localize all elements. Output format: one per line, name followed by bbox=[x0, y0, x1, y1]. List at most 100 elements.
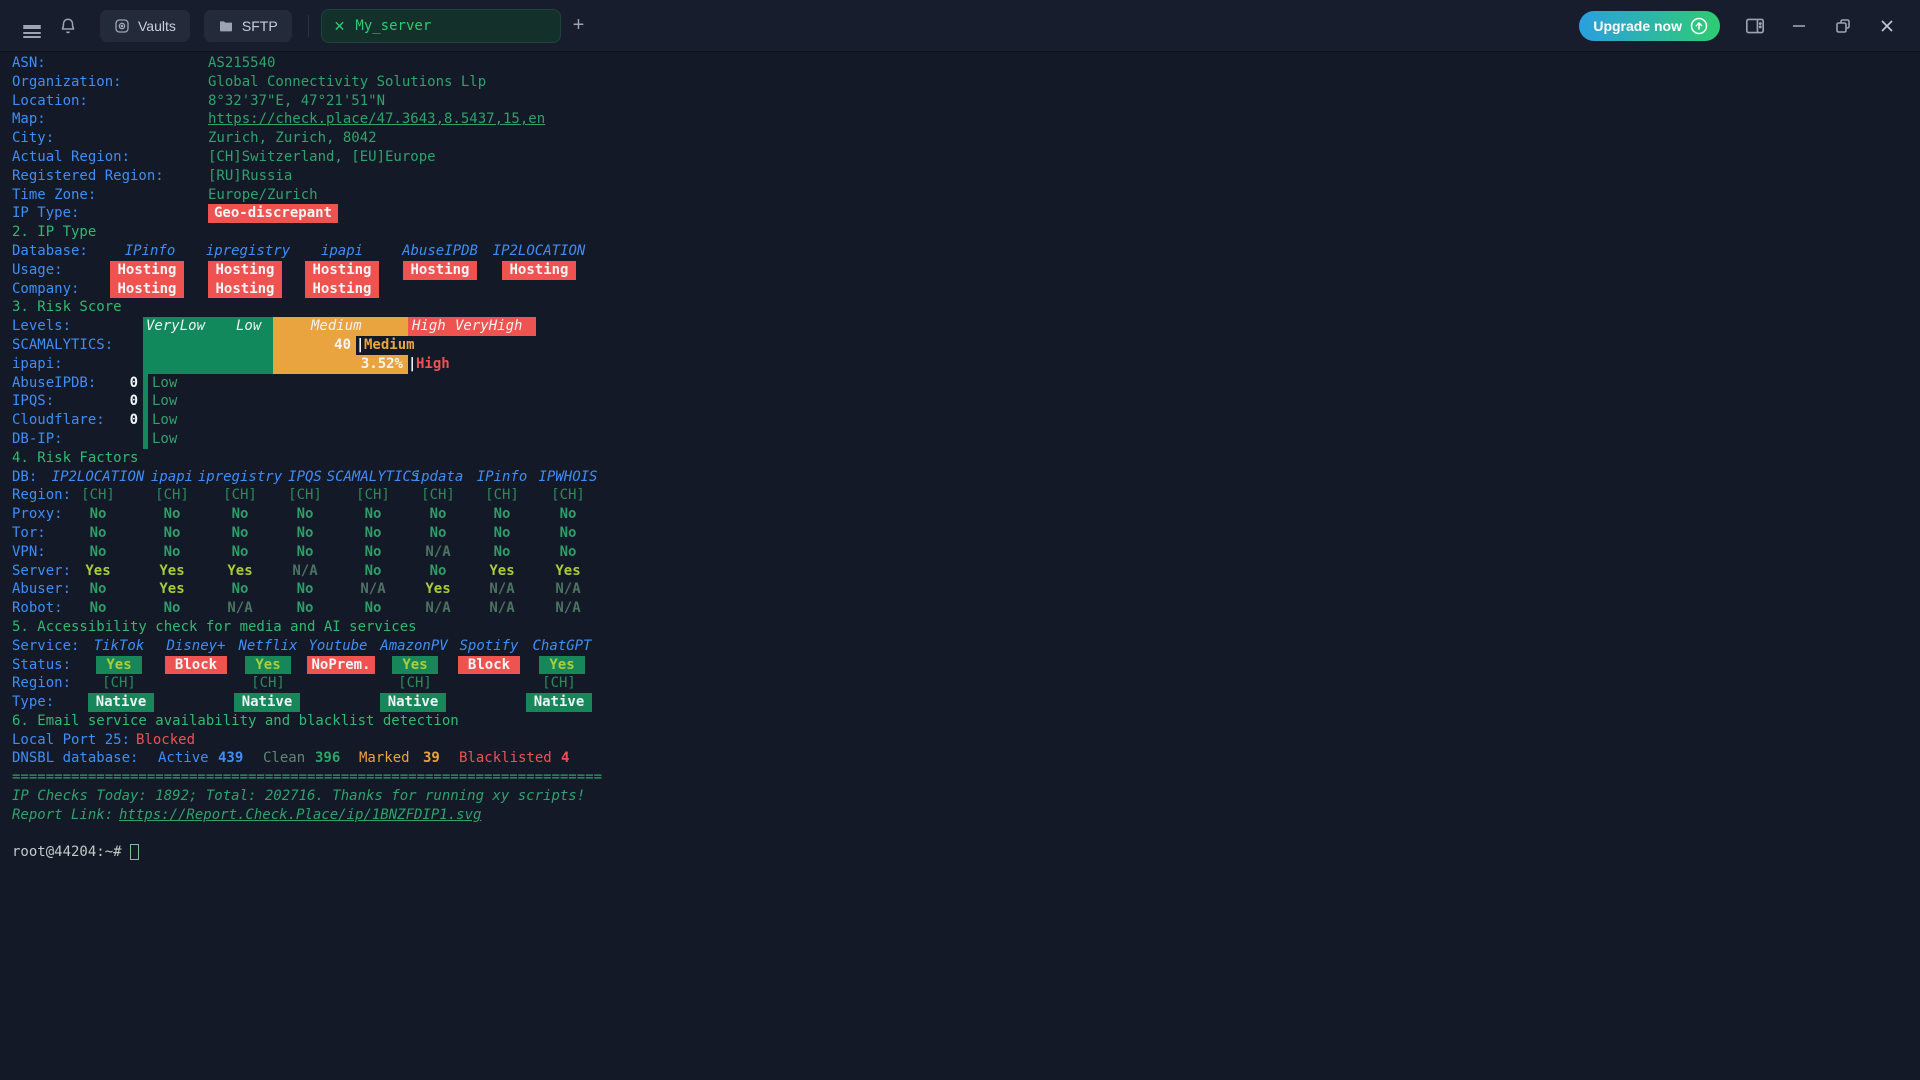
panel-layout-icon bbox=[1745, 17, 1765, 35]
score-bar bbox=[143, 336, 273, 355]
text-segment: No bbox=[66, 580, 130, 599]
vpn-row: VPN:NoNoNoNoNoN/ANoNo bbox=[0, 543, 1920, 562]
text-segment: ========================================… bbox=[12, 768, 602, 787]
abuser-row: Abuser:NoYesNoNoN/AYesN/AN/A bbox=[0, 580, 1920, 599]
city-row: City:Zurich, Zurich, 8042 bbox=[0, 129, 1920, 148]
shell-prompt: root@44204:~# bbox=[12, 843, 122, 862]
text-segment: Yes bbox=[66, 562, 130, 581]
text-segment: 2. IP Type bbox=[12, 223, 96, 242]
text-segment: No bbox=[536, 543, 600, 562]
text-segment: Low bbox=[152, 374, 177, 393]
tab-close-icon[interactable]: ✕ bbox=[334, 19, 346, 33]
text-segment: N/A bbox=[536, 599, 600, 618]
cloudflare-score-row: Cloudflare:0Low bbox=[0, 411, 1920, 430]
text-segment: Medium bbox=[364, 336, 415, 355]
text-segment: 3. Risk Score bbox=[12, 298, 122, 317]
stats-row: IP Checks Today: 1892; Total: 202716. Th… bbox=[0, 787, 1920, 806]
text-segment: IPinfo bbox=[95, 242, 205, 261]
text-segment: Low bbox=[152, 430, 177, 449]
text-segment: No bbox=[66, 599, 130, 618]
text-segment: No bbox=[536, 505, 600, 524]
sftp-button[interactable]: SFTP bbox=[204, 10, 292, 42]
text-segment: N/A bbox=[406, 599, 470, 618]
text-segment: Region: bbox=[12, 674, 71, 693]
text-segment: SCAMALYTICS: bbox=[12, 336, 113, 355]
map-link[interactable]: https://check.place/47.3643,8.5437,15,en bbox=[208, 110, 545, 129]
text-segment: No bbox=[273, 543, 337, 562]
menu-button[interactable] bbox=[14, 8, 50, 44]
usage-row: Usage:HostingHostingHostingHostingHostin… bbox=[0, 261, 1920, 280]
vaults-button[interactable]: Vaults bbox=[100, 10, 190, 42]
text-segment: Yes bbox=[470, 562, 534, 581]
text-segment: Zurich, Zurich, 8042 bbox=[208, 129, 377, 148]
text-segment: No bbox=[140, 524, 204, 543]
text-segment: High bbox=[412, 317, 446, 336]
map-row: Map: https://check.place/47.3643,8.5437,1… bbox=[0, 110, 1920, 129]
new-tab-button[interactable]: + bbox=[573, 14, 585, 37]
text-segment: Hosting bbox=[502, 261, 576, 280]
text-segment: Robot: bbox=[12, 599, 63, 618]
text-segment: N/A bbox=[470, 580, 534, 599]
upgrade-button[interactable]: Upgrade now bbox=[1579, 11, 1720, 41]
terminal-output[interactable]: ASN:AS215540Organization:Global Connecti… bbox=[0, 52, 1920, 1080]
text-segment: DB: bbox=[12, 468, 37, 487]
text-segment: N/A bbox=[406, 543, 470, 562]
text-segment: 4 bbox=[561, 749, 569, 768]
toggle-panel-button[interactable] bbox=[1738, 9, 1772, 43]
text-segment: Registered Region: bbox=[12, 167, 164, 186]
text-segment: Location: bbox=[12, 92, 88, 111]
text-segment: No bbox=[341, 562, 405, 581]
minimize-button[interactable] bbox=[1782, 9, 1816, 43]
text-segment: [CH] bbox=[527, 674, 591, 693]
notifications-button[interactable] bbox=[50, 8, 86, 44]
text-segment: Abuser: bbox=[12, 580, 71, 599]
text-segment: VeryLow bbox=[146, 317, 205, 336]
text-segment: ipapi bbox=[287, 242, 397, 261]
tab-my-server[interactable]: ✕ My_server bbox=[321, 9, 561, 43]
report-link[interactable]: https://Report.Check.Place/ip/1BNZFDIP1.… bbox=[119, 806, 481, 825]
text-segment: DB-IP: bbox=[12, 430, 63, 449]
text-segment: No bbox=[273, 580, 337, 599]
text-segment: No bbox=[406, 505, 470, 524]
text-segment: Native bbox=[88, 693, 154, 712]
levels-row: Levels:VeryLowLowMediumHighVeryHigh bbox=[0, 317, 1920, 336]
text-segment: Type: bbox=[12, 693, 54, 712]
text-segment: N/A bbox=[208, 599, 272, 618]
close-button[interactable] bbox=[1870, 9, 1904, 43]
text-segment: Low bbox=[152, 392, 177, 411]
text-segment: Map: bbox=[12, 110, 46, 129]
section-2-header: 2. IP Type bbox=[0, 223, 1920, 242]
text-segment: Yes bbox=[140, 562, 204, 581]
folder-icon bbox=[218, 18, 234, 34]
text-segment: Database: bbox=[12, 242, 88, 261]
text-segment: [CH] bbox=[236, 674, 300, 693]
text-segment: Yes bbox=[536, 562, 600, 581]
maximize-button[interactable] bbox=[1826, 9, 1860, 43]
text-segment: Low bbox=[236, 317, 261, 336]
text-segment: Actual Region: bbox=[12, 148, 130, 167]
text-segment: NoPrem. bbox=[307, 656, 375, 675]
sftp-button-label: SFTP bbox=[242, 18, 278, 34]
text-segment: Hosting bbox=[208, 280, 282, 299]
text-segment: No bbox=[140, 505, 204, 524]
text-segment: Marked bbox=[359, 749, 410, 768]
text-segment: ChatGPT bbox=[507, 637, 617, 656]
text-segment: IP2LOCATION bbox=[484, 242, 594, 261]
port25-row: Local Port 25:Blocked bbox=[0, 731, 1920, 750]
text-segment: Native bbox=[380, 693, 446, 712]
text-segment: N/A bbox=[536, 580, 600, 599]
text-segment: AbuseIPDB: bbox=[12, 374, 96, 393]
text-segment: No bbox=[470, 524, 534, 543]
score-bar bbox=[143, 355, 273, 374]
text-segment: No bbox=[470, 543, 534, 562]
toolbar-divider bbox=[308, 15, 309, 37]
text-segment: Medium bbox=[311, 317, 362, 336]
ipapi-score-row: ipapi:3.52%|High bbox=[0, 355, 1920, 374]
text-segment: Block bbox=[458, 656, 520, 675]
location-row: Location: 8°32'37"E, 47°21'51"N bbox=[0, 92, 1920, 111]
text-segment: Yes bbox=[245, 656, 291, 675]
text-segment: No bbox=[341, 505, 405, 524]
text-segment: 8°32'37"E, 47°21'51"N bbox=[208, 92, 385, 111]
text-segment: Tor: bbox=[12, 524, 46, 543]
score-bar bbox=[143, 392, 148, 411]
